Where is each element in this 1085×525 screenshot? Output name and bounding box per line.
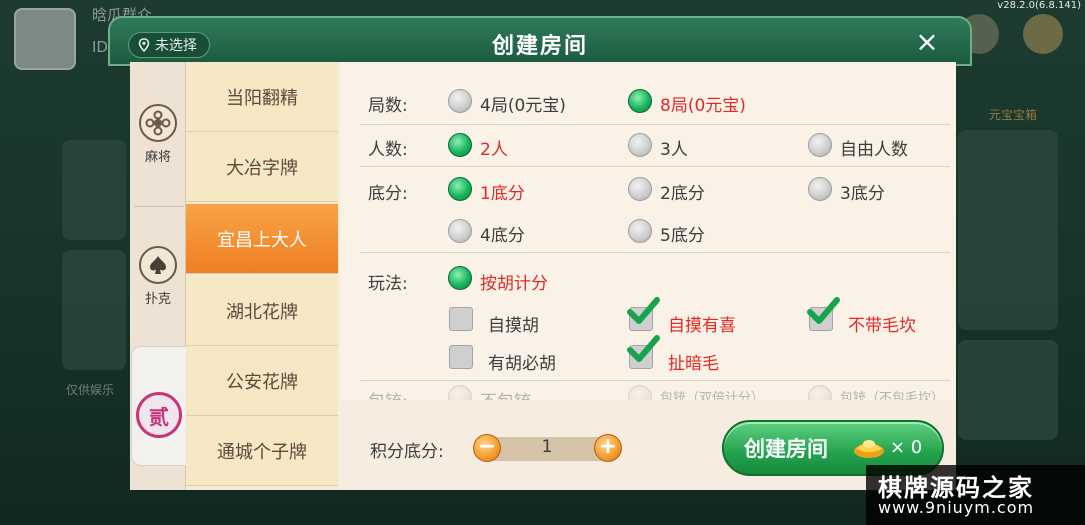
base-score-option-1[interactable]: 1底分	[480, 179, 525, 204]
category-label: 扑克	[144, 292, 171, 307]
game-item-active[interactable]: 宜昌上大人	[186, 204, 338, 274]
location-badge[interactable]: 未选择	[128, 32, 210, 58]
players-option-2[interactable]: 2人	[480, 135, 508, 160]
rounds-radio-8[interactable]	[628, 89, 652, 113]
score-label: 积分底分:	[370, 442, 444, 462]
bag-option-3[interactable]: 包铳（不包毛坎）	[840, 387, 944, 400]
divider	[360, 124, 950, 125]
game-item[interactable]: 当阳翻精	[186, 62, 338, 132]
players-option-free[interactable]: 自由人数	[840, 135, 908, 160]
checkbox-label[interactable]: 有胡必胡	[488, 349, 556, 374]
bag-option-1[interactable]: 不包铳	[480, 387, 531, 400]
divider	[360, 252, 950, 253]
play-style-option[interactable]: 按胡计分	[480, 269, 548, 294]
disclaimer-label: 仅供娱乐	[66, 383, 115, 397]
location-label: 未选择	[155, 38, 197, 54]
bag-option-2[interactable]: 包铳（双倍计分）	[660, 387, 764, 400]
checkbox-label[interactable]: 自摸胡	[488, 311, 539, 336]
game-item[interactable]: 通城个子牌	[186, 416, 338, 486]
game-tile	[958, 340, 1058, 440]
rounds-option-8[interactable]: 8局(0元宝)	[660, 91, 746, 116]
base-score-radio-1[interactable]	[448, 177, 472, 201]
base-score-radio-5[interactable]	[628, 219, 652, 243]
checkbox-label[interactable]: 自摸有喜	[668, 311, 736, 336]
game-tile	[62, 250, 126, 370]
rounds-radio-4[interactable]	[448, 89, 472, 113]
treasure-box-label: 元宝宝箱	[989, 108, 1038, 122]
seal-icon[interactable]: 贰	[136, 392, 182, 438]
category-label: 麻将	[144, 150, 171, 165]
base-score-label: 底分:	[368, 184, 408, 204]
checkbox-budaimaokan[interactable]	[809, 307, 833, 331]
base-score-option-4[interactable]: 4底分	[480, 221, 525, 246]
game-item[interactable]: 湖北花牌	[186, 276, 338, 346]
version-label: v28.2.0(6.8.141)	[997, 0, 1081, 11]
checkbox-youhubihu[interactable]	[449, 345, 473, 369]
players-label: 人数:	[368, 140, 408, 160]
game-item[interactable]: 大冶字牌	[186, 132, 338, 202]
spade-icon	[139, 246, 177, 284]
location-pin-icon	[138, 38, 150, 52]
clipped-row: 包铳: 不包铳 包铳（双倍计分） 包铳（不包毛坎）	[340, 381, 956, 400]
cost-label: × 0	[890, 437, 923, 458]
bag-radio-1[interactable]	[448, 385, 472, 400]
base-score-radio-4[interactable]	[448, 219, 472, 243]
modal-title: 创建房间	[491, 34, 588, 59]
bag-label: 包铳:	[368, 387, 408, 400]
player-avatar	[14, 8, 76, 70]
game-tile	[958, 130, 1058, 330]
play-style-radio[interactable]	[448, 266, 472, 290]
base-score-option-3[interactable]: 3底分	[840, 179, 885, 204]
play-style-label: 玩法:	[368, 274, 408, 294]
players-radio-free[interactable]	[808, 133, 832, 157]
score-value: 1	[541, 437, 553, 457]
checkbox-cheanmao[interactable]	[629, 345, 653, 369]
game-item[interactable]: 公安花牌	[186, 346, 338, 416]
rounds-label: 局数:	[368, 96, 408, 116]
modal-header: 创建房间	[108, 16, 972, 66]
players-radio-3[interactable]	[628, 133, 652, 157]
category-poker[interactable]: 扑克	[130, 246, 186, 307]
checkbox-zimohu[interactable]	[449, 307, 473, 331]
base-score-radio-3[interactable]	[808, 177, 832, 201]
category-mahjong[interactable]: 麻将	[130, 104, 186, 165]
plus-button[interactable]: +	[594, 434, 622, 462]
players-option-3[interactable]: 3人	[660, 135, 688, 160]
base-score-option-2[interactable]: 2底分	[660, 179, 705, 204]
checkbox-zimoyouxi[interactable]	[629, 307, 653, 331]
base-score-option-5[interactable]: 5底分	[660, 221, 705, 246]
minus-button[interactable]: −	[473, 434, 501, 462]
divider	[134, 206, 184, 207]
gold-ingot-icon	[854, 440, 884, 458]
divider	[360, 166, 950, 167]
bag-radio-3[interactable]	[808, 385, 832, 400]
close-icon[interactable]: ×	[912, 28, 942, 58]
watermark-url: www.9niuym.com	[878, 498, 1035, 517]
players-radio-2[interactable]	[448, 133, 472, 157]
base-score-radio-2[interactable]	[628, 177, 652, 201]
game-tile	[62, 140, 126, 240]
bag-radio-2[interactable]	[628, 385, 652, 400]
settings-gear-icon	[1023, 14, 1063, 54]
checkbox-label[interactable]: 不带毛坎	[848, 311, 916, 336]
checkbox-label[interactable]: 扯暗毛	[668, 349, 719, 374]
create-room-label[interactable]: 创建房间	[744, 433, 828, 463]
flower-tile-icon	[139, 104, 177, 142]
rounds-option-4[interactable]: 4局(0元宝)	[480, 91, 566, 116]
